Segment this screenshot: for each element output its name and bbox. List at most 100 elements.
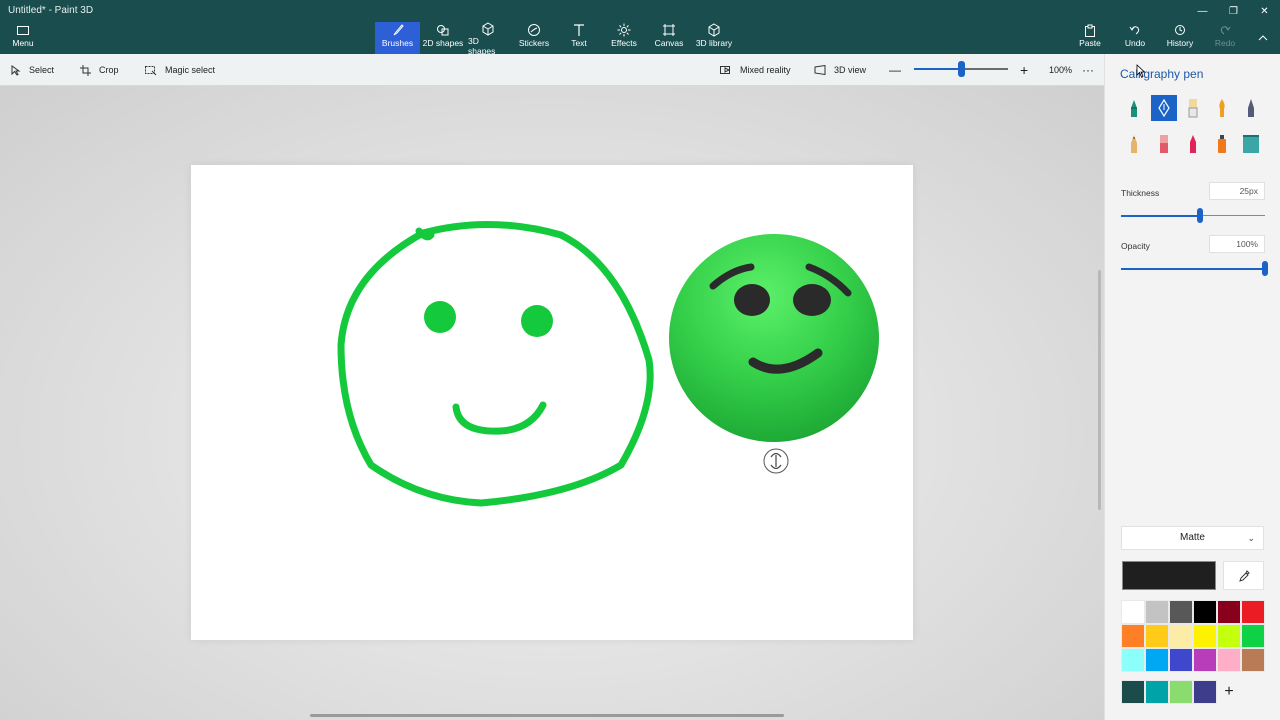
mouse-cursor-icon <box>1136 64 1146 83</box>
thickness-input[interactable]: 25px <box>1209 182 1265 200</box>
color-swatch[interactable] <box>1217 600 1241 624</box>
minimize-icon[interactable]: — <box>1187 0 1218 22</box>
tab-2d-shapes[interactable]: 2D shapes <box>422 22 464 54</box>
undo-icon <box>1129 22 1141 38</box>
tab-canvas[interactable]: Canvas <box>652 22 686 54</box>
color-swatch[interactable] <box>1217 624 1241 648</box>
paste-label: Paste <box>1079 38 1101 48</box>
redo-button[interactable]: Redo <box>1212 22 1238 54</box>
color-swatch[interactable] <box>1241 624 1265 648</box>
crop-tool[interactable]: Crop <box>80 54 119 86</box>
rotate-handle[interactable] <box>763 448 789 474</box>
mixed-reality-button[interactable]: Mixed reality <box>720 54 791 86</box>
brush-icon <box>391 22 405 38</box>
tab-label: 2D shapes <box>422 38 464 48</box>
panel-title: Calligraphy pen <box>1120 67 1204 81</box>
color-palette <box>1121 600 1265 672</box>
custom-color-swatch[interactable] <box>1193 680 1217 704</box>
folder-icon <box>17 22 29 38</box>
3d-view-icon <box>814 65 826 75</box>
zoom-slider[interactable] <box>914 61 1008 77</box>
color-swatch[interactable] <box>1169 624 1193 648</box>
select-tool[interactable]: Select <box>11 54 54 86</box>
color-swatch[interactable] <box>1193 600 1217 624</box>
thickness-slider[interactable] <box>1121 208 1265 223</box>
restore-icon[interactable]: ❐ <box>1218 0 1249 22</box>
color-swatch[interactable] <box>1241 600 1265 624</box>
custom-color-swatch[interactable] <box>1121 680 1145 704</box>
color-swatch[interactable] <box>1145 600 1169 624</box>
3d-view-button[interactable]: 3D view <box>814 54 866 86</box>
brush-panel: Calligraphy pen Thickness 25px Opacity 1… <box>1104 54 1280 720</box>
custom-color-swatch[interactable] <box>1169 680 1193 704</box>
color-swatch[interactable] <box>1121 600 1145 624</box>
crop-label: Crop <box>99 65 119 75</box>
horizontal-scrollbar[interactable] <box>310 714 784 717</box>
effects-icon <box>617 22 631 38</box>
tab-3d-shapes[interactable]: 3D shapes <box>468 22 508 56</box>
color-swatch[interactable] <box>1241 648 1265 672</box>
magic-select-tool[interactable]: Magic select <box>145 54 215 86</box>
color-swatch[interactable] <box>1193 624 1217 648</box>
chevron-down-icon: ⌄ <box>1247 533 1255 543</box>
canvas-artwork <box>337 221 879 507</box>
spray-can-icon[interactable] <box>1209 131 1235 157</box>
history-button[interactable]: History <box>1164 22 1196 54</box>
thickness-slider-fill <box>1121 215 1200 217</box>
opacity-input[interactable]: 100% <box>1209 235 1265 253</box>
custom-colors: + <box>1121 680 1241 704</box>
workspace <box>0 86 1104 720</box>
oil-brush-icon[interactable] <box>1180 95 1206 121</box>
drawn-right-eye <box>521 305 553 337</box>
tab-brushes[interactable]: Brushes <box>375 22 420 54</box>
tab-3d-library[interactable]: 3D library <box>694 22 734 54</box>
vertical-scrollbar[interactable] <box>1098 270 1101 510</box>
watercolor-icon[interactable] <box>1209 95 1235 121</box>
color-swatch[interactable] <box>1121 624 1145 648</box>
opacity-slider[interactable] <box>1121 261 1268 276</box>
more-button[interactable]: ··· <box>1082 54 1094 86</box>
calligraphy-pen-icon[interactable] <box>1151 95 1177 121</box>
sphere-smiley[interactable] <box>669 234 879 442</box>
eyedropper-icon <box>1238 569 1250 582</box>
pixel-pen-icon[interactable] <box>1238 95 1264 121</box>
tab-effects[interactable]: Effects <box>606 22 642 54</box>
color-swatch[interactable] <box>1193 648 1217 672</box>
select-icon <box>11 64 21 76</box>
drawn-smiley <box>337 221 654 507</box>
eraser-icon[interactable] <box>1151 131 1177 157</box>
mixed-reality-label: Mixed reality <box>740 65 791 75</box>
menu-button[interactable]: Menu <box>6 22 40 54</box>
color-swatch[interactable] <box>1169 648 1193 672</box>
color-swatch[interactable] <box>1145 648 1169 672</box>
custom-color-swatch[interactable] <box>1145 680 1169 704</box>
opacity-slider-fill <box>1121 268 1265 270</box>
color-swatch[interactable] <box>1145 624 1169 648</box>
paste-button[interactable]: Paste <box>1076 22 1104 54</box>
color-swatch[interactable] <box>1121 648 1145 672</box>
drawing-canvas[interactable] <box>191 165 913 640</box>
zoom-in-button[interactable]: + <box>1020 54 1028 86</box>
color-swatch[interactable] <box>1217 648 1241 672</box>
magic-select-icon <box>145 65 157 75</box>
finish-dropdown[interactable]: Matte ⌄ <box>1121 526 1264 550</box>
fill-icon[interactable] <box>1238 131 1264 157</box>
tab-label: 3D library <box>695 38 733 48</box>
thickness-slider-thumb[interactable] <box>1197 208 1203 223</box>
opacity-slider-thumb[interactable] <box>1262 261 1268 276</box>
zoom-slider-thumb[interactable] <box>958 61 965 77</box>
tab-label: Effects <box>611 38 637 48</box>
eyedropper-button[interactable] <box>1223 561 1264 590</box>
crayon-icon[interactable] <box>1180 131 1206 157</box>
tab-text[interactable]: Text <box>562 22 596 54</box>
add-color-button[interactable]: + <box>1217 680 1241 704</box>
current-color-swatch[interactable] <box>1122 561 1216 590</box>
thickness-label: Thickness <box>1121 188 1160 198</box>
undo-button[interactable]: Undo <box>1122 22 1148 54</box>
zoom-out-button[interactable]: — <box>889 54 901 86</box>
close-icon[interactable]: ✕ <box>1249 0 1280 22</box>
marker-icon[interactable] <box>1121 95 1147 121</box>
tab-stickers[interactable]: Stickers <box>514 22 554 54</box>
color-swatch[interactable] <box>1169 600 1193 624</box>
pencil-icon[interactable] <box>1121 131 1147 157</box>
